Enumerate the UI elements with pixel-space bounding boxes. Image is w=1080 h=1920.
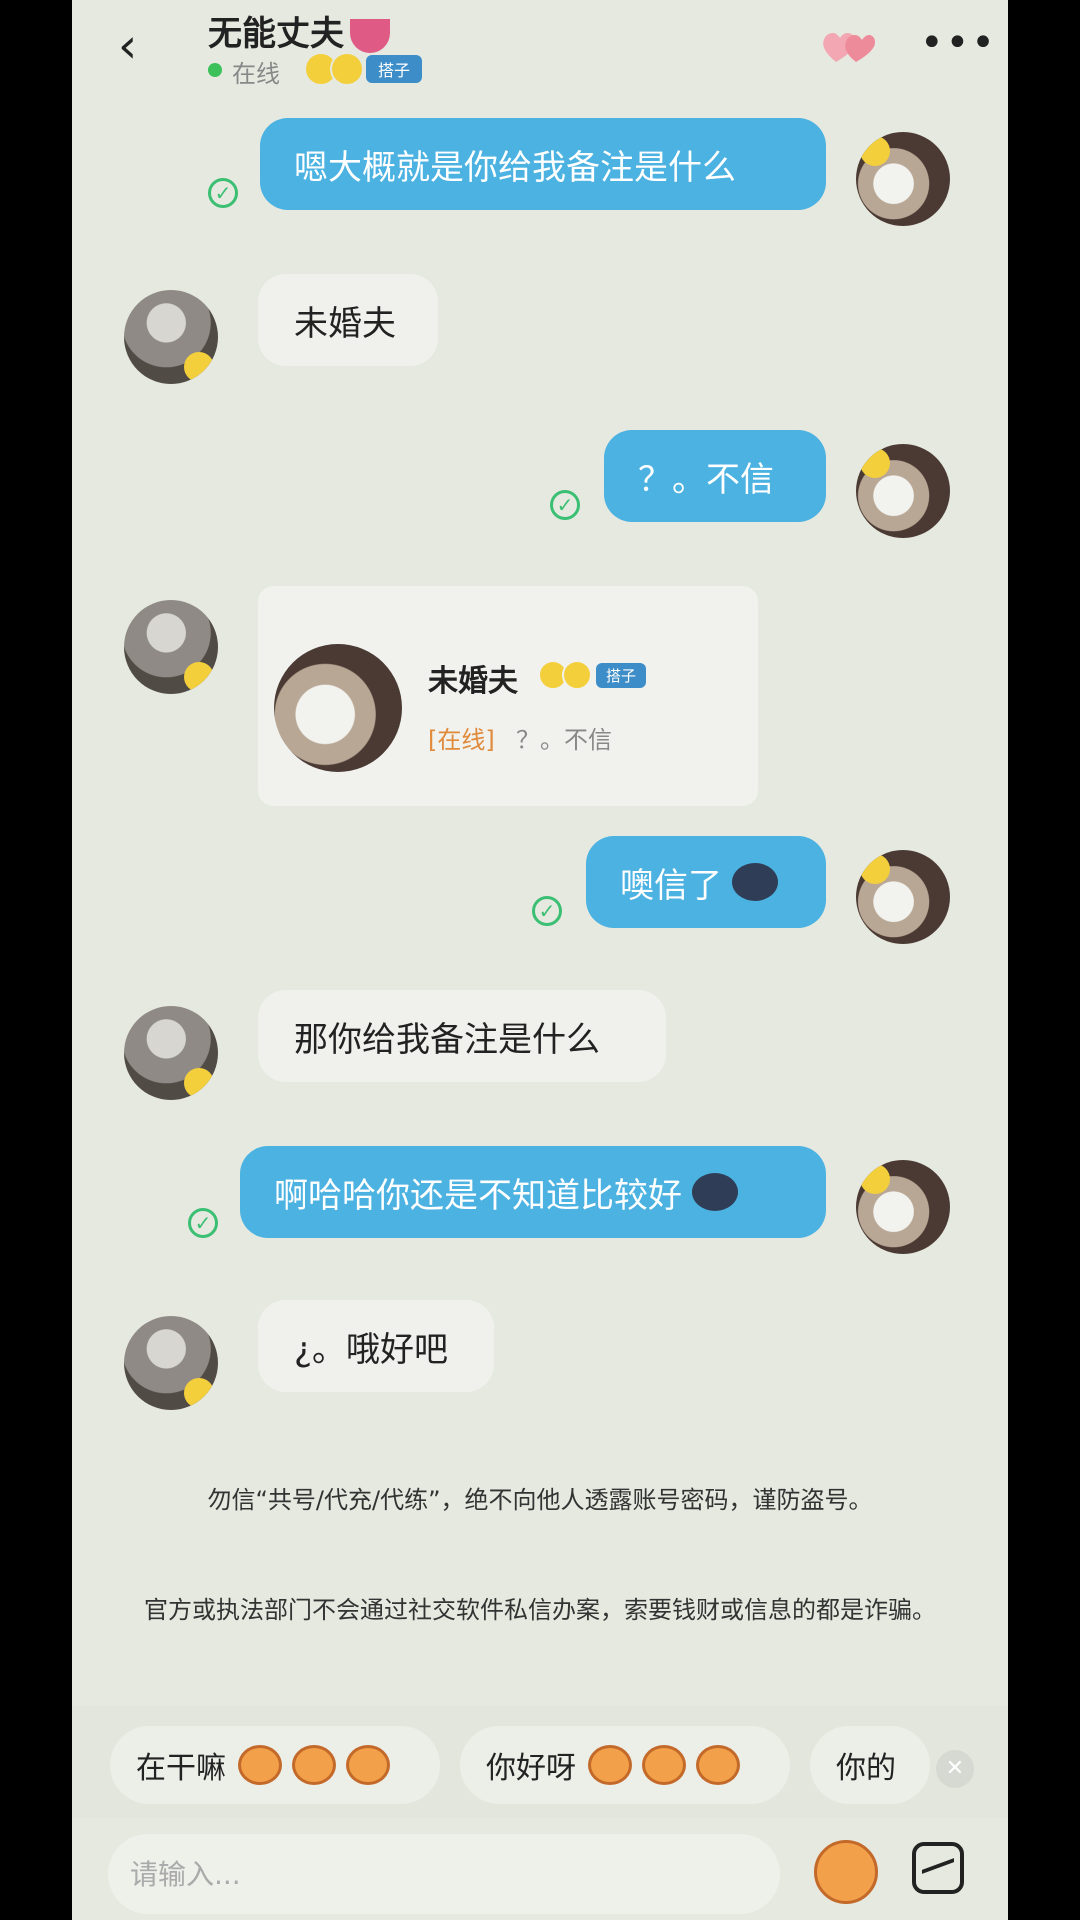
smile-emoji-icon	[184, 352, 214, 382]
monkey-emoji-icon	[588, 1745, 632, 1785]
chat-header: ‹ 无能丈夫 在线 搭子 •••	[72, 0, 1008, 100]
message-bubble-outgoing[interactable]: ？。不信	[604, 430, 826, 522]
read-check-icon: ✓	[208, 178, 238, 208]
monkey-emoji-icon	[642, 1745, 686, 1785]
contact-avatar[interactable]	[124, 600, 218, 694]
chat-screen: ‹ 无能丈夫 在线 搭子 ••• ✓ 嗯大概就是你给我备注是什么 未婚夫 ✓ ？…	[72, 0, 1008, 1920]
profile-share-card[interactable]: 未婚夫 搭子 [在线] ？。不信	[258, 586, 758, 806]
sunglasses-emoji-icon	[860, 1164, 890, 1194]
card-relationship-tag: 搭子	[538, 660, 647, 690]
cat-face-emoji-icon	[692, 1173, 738, 1211]
my-avatar[interactable]	[856, 444, 950, 538]
message-bubble-incoming[interactable]: 未婚夫	[258, 274, 438, 366]
contact-avatar[interactable]	[124, 290, 218, 384]
quick-reply-label: 在干嘛	[136, 1751, 226, 1786]
smile-emoji-icon	[184, 662, 214, 692]
quick-reply-chip[interactable]: 你的	[810, 1726, 930, 1804]
monkey-emoji-icon	[292, 1745, 336, 1785]
chat-title: 无能丈夫	[208, 6, 390, 55]
contact-avatar[interactable]	[124, 1006, 218, 1100]
image-icon[interactable]	[912, 1842, 964, 1894]
more-options-button[interactable]: •••	[920, 20, 997, 66]
message-input[interactable]	[108, 1834, 780, 1914]
contact-name: 无能丈夫	[208, 14, 344, 54]
cat-face-emoji-icon	[732, 863, 778, 901]
message-text: 啊哈哈你还是不知道比较好	[274, 1175, 682, 1216]
sunglasses-emoji-icon	[860, 854, 890, 884]
message-bubble-outgoing[interactable]: 嗯大概就是你给我备注是什么	[260, 118, 826, 210]
smile-emoji-icon	[184, 1378, 214, 1408]
tongue-emoji-icon	[350, 18, 390, 53]
read-check-icon: ✓	[532, 896, 562, 926]
read-check-icon: ✓	[550, 490, 580, 520]
message-bubble-incoming[interactable]: ¿。哦好吧	[258, 1300, 494, 1392]
message-text: 噢信了	[620, 865, 722, 906]
online-dot-icon	[208, 63, 222, 77]
smile-emoji-icon	[184, 1068, 214, 1098]
sunglasses-emoji-icon	[860, 448, 890, 478]
close-icon[interactable]: ✕	[936, 1750, 974, 1788]
sunglasses-emoji-icon	[860, 136, 890, 166]
input-bar	[72, 1818, 1008, 1920]
relationship-tag[interactable]: 搭子	[304, 52, 423, 86]
quick-reply-label: 你好呀	[486, 1751, 576, 1786]
message-bubble-outgoing[interactable]: 啊哈哈你还是不知道比较好	[240, 1146, 826, 1238]
monkey-emoji-icon	[696, 1745, 740, 1785]
monkey-emoji-icon	[346, 1745, 390, 1785]
relationship-badge: 搭子	[366, 55, 423, 83]
fraud-notice: 官方或执法部门不会通过社交软件私信办案，索要钱财或信息的都是诈骗。	[144, 1596, 936, 1624]
monkey-emoji-icon	[238, 1745, 282, 1785]
message-bubble-incoming[interactable]: 那你给我备注是什么	[258, 990, 666, 1082]
back-button[interactable]: ‹	[118, 22, 137, 70]
my-avatar[interactable]	[856, 850, 950, 944]
read-check-icon: ✓	[188, 1208, 218, 1238]
card-preview: ？。不信	[516, 726, 612, 754]
contact-avatar[interactable]	[124, 1316, 218, 1410]
security-notice: 勿信“共号/代充/代练”，绝不向他人透露账号密码，谨防盗号。	[207, 1486, 873, 1514]
online-status: 在线	[232, 60, 280, 88]
smile-emoji-icon	[562, 660, 592, 690]
quick-reply-chip[interactable]: 在干嘛	[110, 1726, 440, 1804]
card-status: [在线]	[428, 726, 495, 754]
quick-reply-chip[interactable]: 你好呀	[460, 1726, 790, 1804]
card-avatar	[274, 644, 402, 772]
message-bubble-outgoing[interactable]: 噢信了	[586, 836, 826, 928]
my-avatar[interactable]	[856, 1160, 950, 1254]
quick-reply-label: 你的	[836, 1751, 896, 1786]
card-badge: 搭子	[596, 662, 647, 688]
hearts-icon[interactable]	[820, 26, 876, 66]
my-avatar[interactable]	[856, 132, 950, 226]
smile-emoji-icon	[330, 52, 364, 86]
quick-reply-bar: 在干嘛 你好呀 你的 ✕	[72, 1706, 1008, 1818]
card-name: 未婚夫	[428, 664, 518, 699]
sticker-button[interactable]	[814, 1840, 878, 1904]
